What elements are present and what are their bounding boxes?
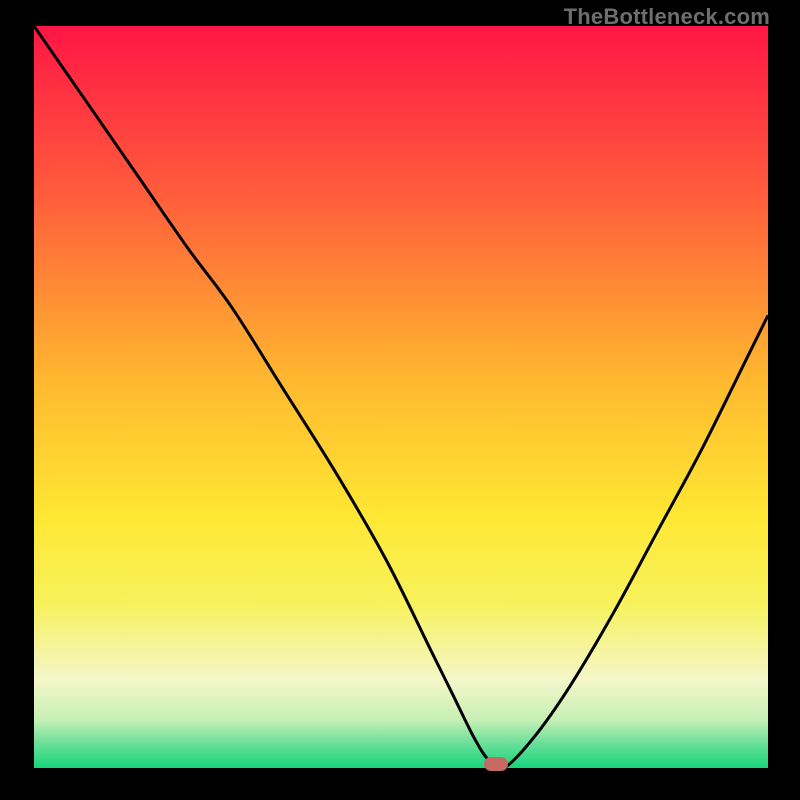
- optimal-point-marker: [484, 757, 508, 771]
- chart-frame: TheBottleneck.com: [0, 0, 800, 800]
- plot-area: [34, 26, 768, 768]
- background-gradient: [34, 26, 768, 768]
